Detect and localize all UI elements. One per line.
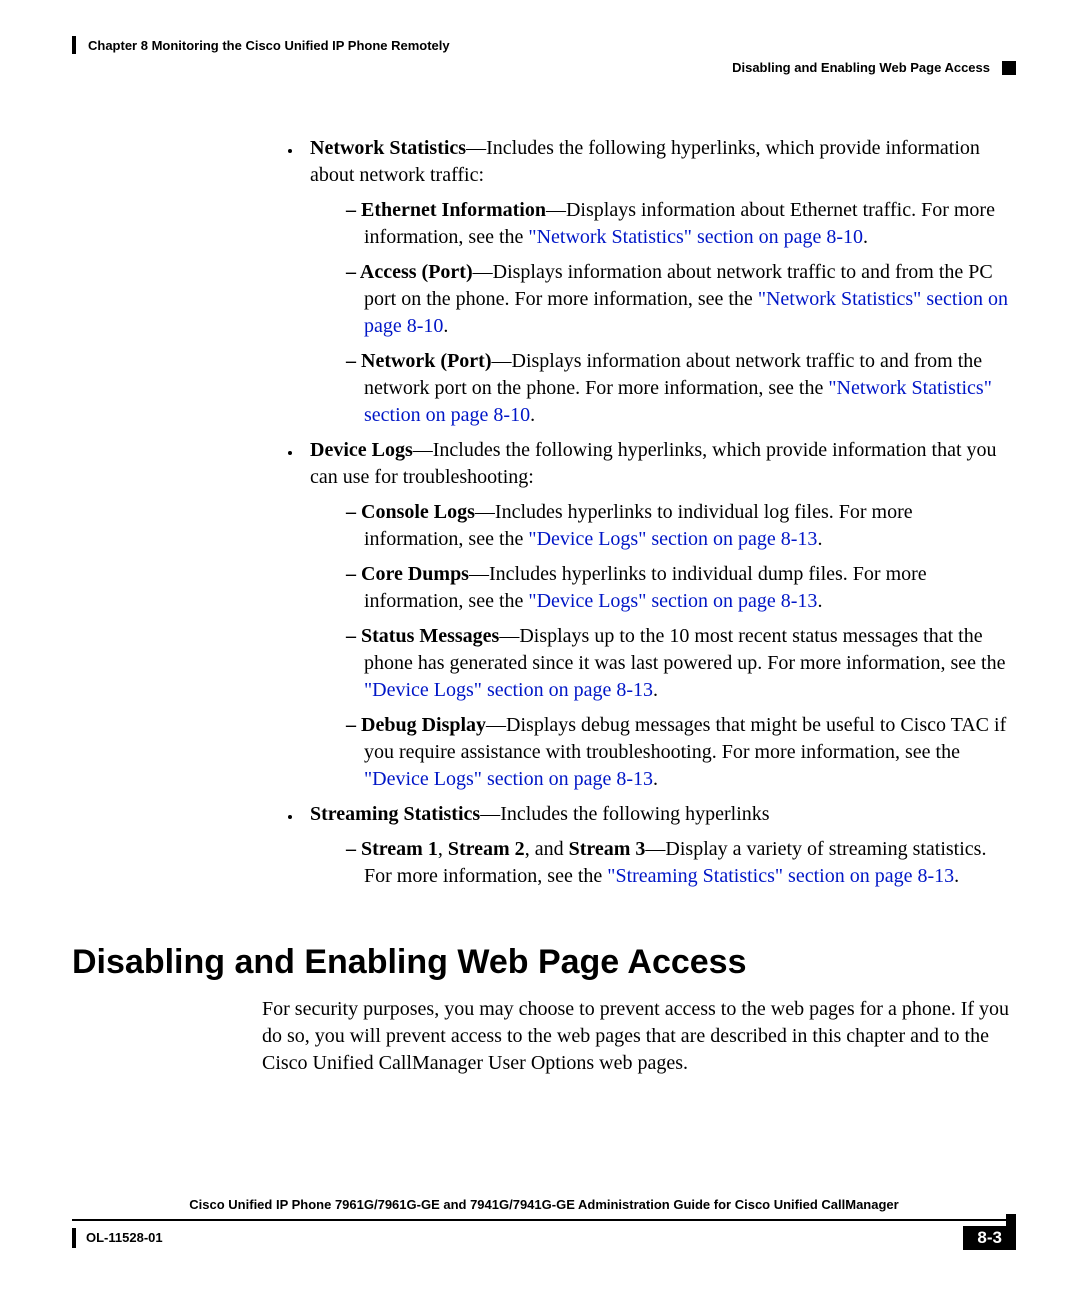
sub-console-logs: Console Logs—Includes hyperlinks to indi… [346, 499, 1016, 553]
xref-link[interactable]: "Device Logs" section on page 8-13 [528, 528, 817, 550]
section-body: For security purposes, you may choose to… [262, 996, 1016, 1077]
footer-doc-id: OL-11528-01 [86, 1230, 163, 1245]
sub-streams: Stream 1, Stream 2, and Stream 3—Display… [346, 836, 1016, 890]
and: , and [525, 838, 569, 860]
stream-1: Stream 1 [361, 838, 438, 860]
footer-left: OL-11528-01 [72, 1226, 163, 1250]
footer-rule [72, 1214, 1016, 1226]
sub-tail: . [954, 865, 959, 887]
sub-tail: . [863, 226, 868, 248]
sub-tail: . [817, 528, 822, 550]
running-header: Chapter 8 Monitoring the Cisco Unified I… [72, 36, 1016, 54]
lead-term: Device Logs [310, 439, 413, 461]
sub-tail: . [443, 315, 448, 337]
lead-term: Network Statistics [310, 137, 466, 159]
xref-link[interactable]: "Device Logs" section on page 8-13 [528, 590, 817, 612]
sub-tail: . [530, 404, 535, 426]
sub-lead: Status Messages [361, 625, 499, 647]
sub-core-dumps: Core Dumps—Includes hyperlinks to indivi… [346, 561, 1016, 615]
sub-tail: . [653, 768, 658, 790]
sub-tail: . [653, 679, 658, 701]
sub-status-messages: Status Messages—Displays up to the 10 mo… [346, 623, 1016, 704]
sub-lead: Console Logs [361, 501, 475, 523]
footer-book-title: Cisco Unified IP Phone 7961G/7961G-GE an… [72, 1197, 1016, 1212]
page-footer: Cisco Unified IP Phone 7961G/7961G-GE an… [72, 1197, 1016, 1250]
top-bullet-list: Network Statistics —Includes the followin… [72, 135, 1016, 890]
footer-block-icon [1006, 1214, 1016, 1226]
bullet-network-statistics: Network Statistics—Includes the followin… [302, 135, 1016, 429]
stream-2: Stream 2 [448, 838, 525, 860]
sub-lead: Access (Port) [360, 261, 473, 283]
header-square-icon [1002, 61, 1016, 75]
sub-lead: Debug Display [361, 714, 486, 736]
stream-3: Stream 3 [569, 838, 646, 860]
footer-bar-icon [72, 1228, 76, 1248]
body-content: Network Statistics —Includes the followin… [72, 135, 1016, 1077]
comma: , [438, 838, 448, 860]
sub-access-port: Access (Port)—Displays information about… [346, 259, 1016, 340]
running-header-right: Disabling and Enabling Web Page Access [72, 60, 1016, 75]
xref-link[interactable]: "Device Logs" section on page 8-13 [364, 768, 653, 790]
footer-page-number: 8-3 [963, 1226, 1016, 1250]
lead-text: —Includes the following hyperlinks, whic… [310, 439, 997, 488]
lead-term: Streaming Statistics [310, 803, 480, 825]
xref-link[interactable]: "Streaming Statistics" section on page 8… [607, 865, 954, 887]
sub-ethernet-information: Ethernet Information—Displays informatio… [346, 197, 1016, 251]
sub-network-port: Network (Port)—Displays information abou… [346, 348, 1016, 429]
sub-debug-display: Debug Display—Displays debug messages th… [346, 712, 1016, 793]
sub-list: Ethernet Information—Displays informatio… [310, 197, 1016, 429]
bullet-device-logs: Device Logs—Includes the following hyper… [302, 437, 1016, 793]
sub-lead: Core Dumps [361, 563, 469, 585]
sub-lead: Ethernet Information [361, 199, 546, 221]
bullet-streaming-statistics: Streaming Statistics—Includes the follow… [302, 801, 1016, 890]
document-page: Chapter 8 Monitoring the Cisco Unified I… [0, 0, 1080, 1270]
sub-lead: Network (Port) [361, 350, 492, 372]
header-section: Disabling and Enabling Web Page Access [732, 60, 990, 75]
lead-text: —Includes the following hyperlinks [480, 803, 769, 825]
sub-list: Console Logs—Includes hyperlinks to indi… [310, 499, 1016, 793]
section-heading: Disabling and Enabling Web Page Access [72, 940, 1016, 986]
header-bar-icon [72, 36, 76, 54]
sub-tail: . [817, 590, 822, 612]
sub-list: Stream 1, Stream 2, and Stream 3—Display… [310, 836, 1016, 890]
xref-link[interactable]: "Device Logs" section on page 8-13 [364, 679, 653, 701]
header-chapter: Chapter 8 Monitoring the Cisco Unified I… [88, 38, 450, 53]
xref-link[interactable]: "Network Statistics" section on page 8-1… [528, 226, 863, 248]
